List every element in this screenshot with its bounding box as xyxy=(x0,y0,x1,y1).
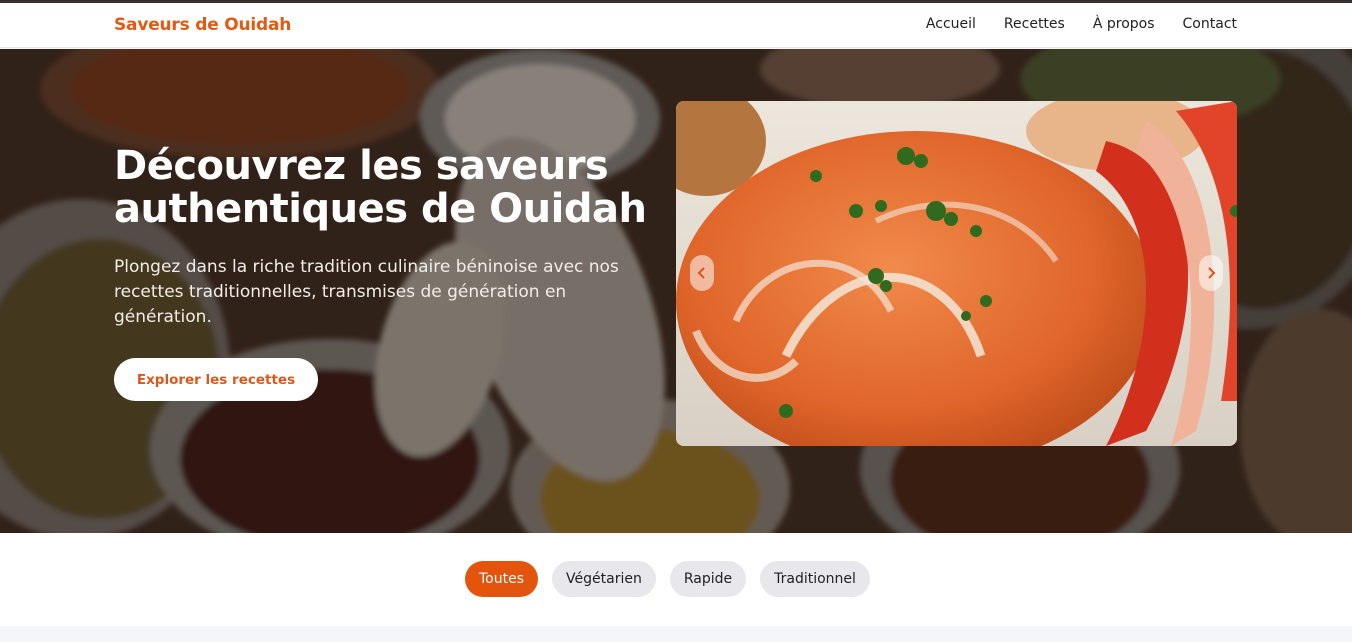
hero-section: Découvrez les saveurs authentiques de Ou… xyxy=(0,49,1352,533)
nav-link-a-propos[interactable]: À propos xyxy=(1093,16,1155,32)
filter-toutes[interactable]: Toutes xyxy=(465,561,539,597)
carousel-prev-button[interactable] xyxy=(690,255,714,291)
recipe-filters-section: Toutes Végétarien Rapide Traditionnel xyxy=(0,533,1352,626)
hero-title: Découvrez les saveurs authentiques de Ou… xyxy=(114,143,647,232)
nav-link-recettes[interactable]: Recettes xyxy=(1004,16,1065,32)
nav-link-accueil[interactable]: Accueil xyxy=(926,16,976,32)
content-start-band xyxy=(0,626,1352,642)
site-header: Saveurs de Ouidah Accueil Recettes À pro… xyxy=(0,3,1352,48)
hero-subtitle: Plongez dans la riche tradition culinair… xyxy=(114,257,619,327)
filter-traditionnel[interactable]: Traditionnel xyxy=(760,561,870,597)
carousel-dish-image xyxy=(676,101,1237,446)
carousel-next-button[interactable] xyxy=(1199,255,1223,291)
hero-carousel xyxy=(676,101,1237,446)
explore-recipes-button[interactable]: Explorer les recettes xyxy=(114,358,318,401)
nav-link-contact[interactable]: Contact xyxy=(1183,16,1237,32)
brand-logo[interactable]: Saveurs de Ouidah xyxy=(114,15,291,35)
filter-vegetarien[interactable]: Végétarien xyxy=(552,561,656,597)
chevron-right-icon xyxy=(1208,267,1216,279)
main-nav: Accueil Recettes À propos Contact xyxy=(926,16,1237,32)
chevron-left-icon xyxy=(697,267,705,279)
filter-chips: Toutes Végétarien Rapide Traditionnel xyxy=(465,561,870,597)
filter-rapide[interactable]: Rapide xyxy=(669,561,747,597)
